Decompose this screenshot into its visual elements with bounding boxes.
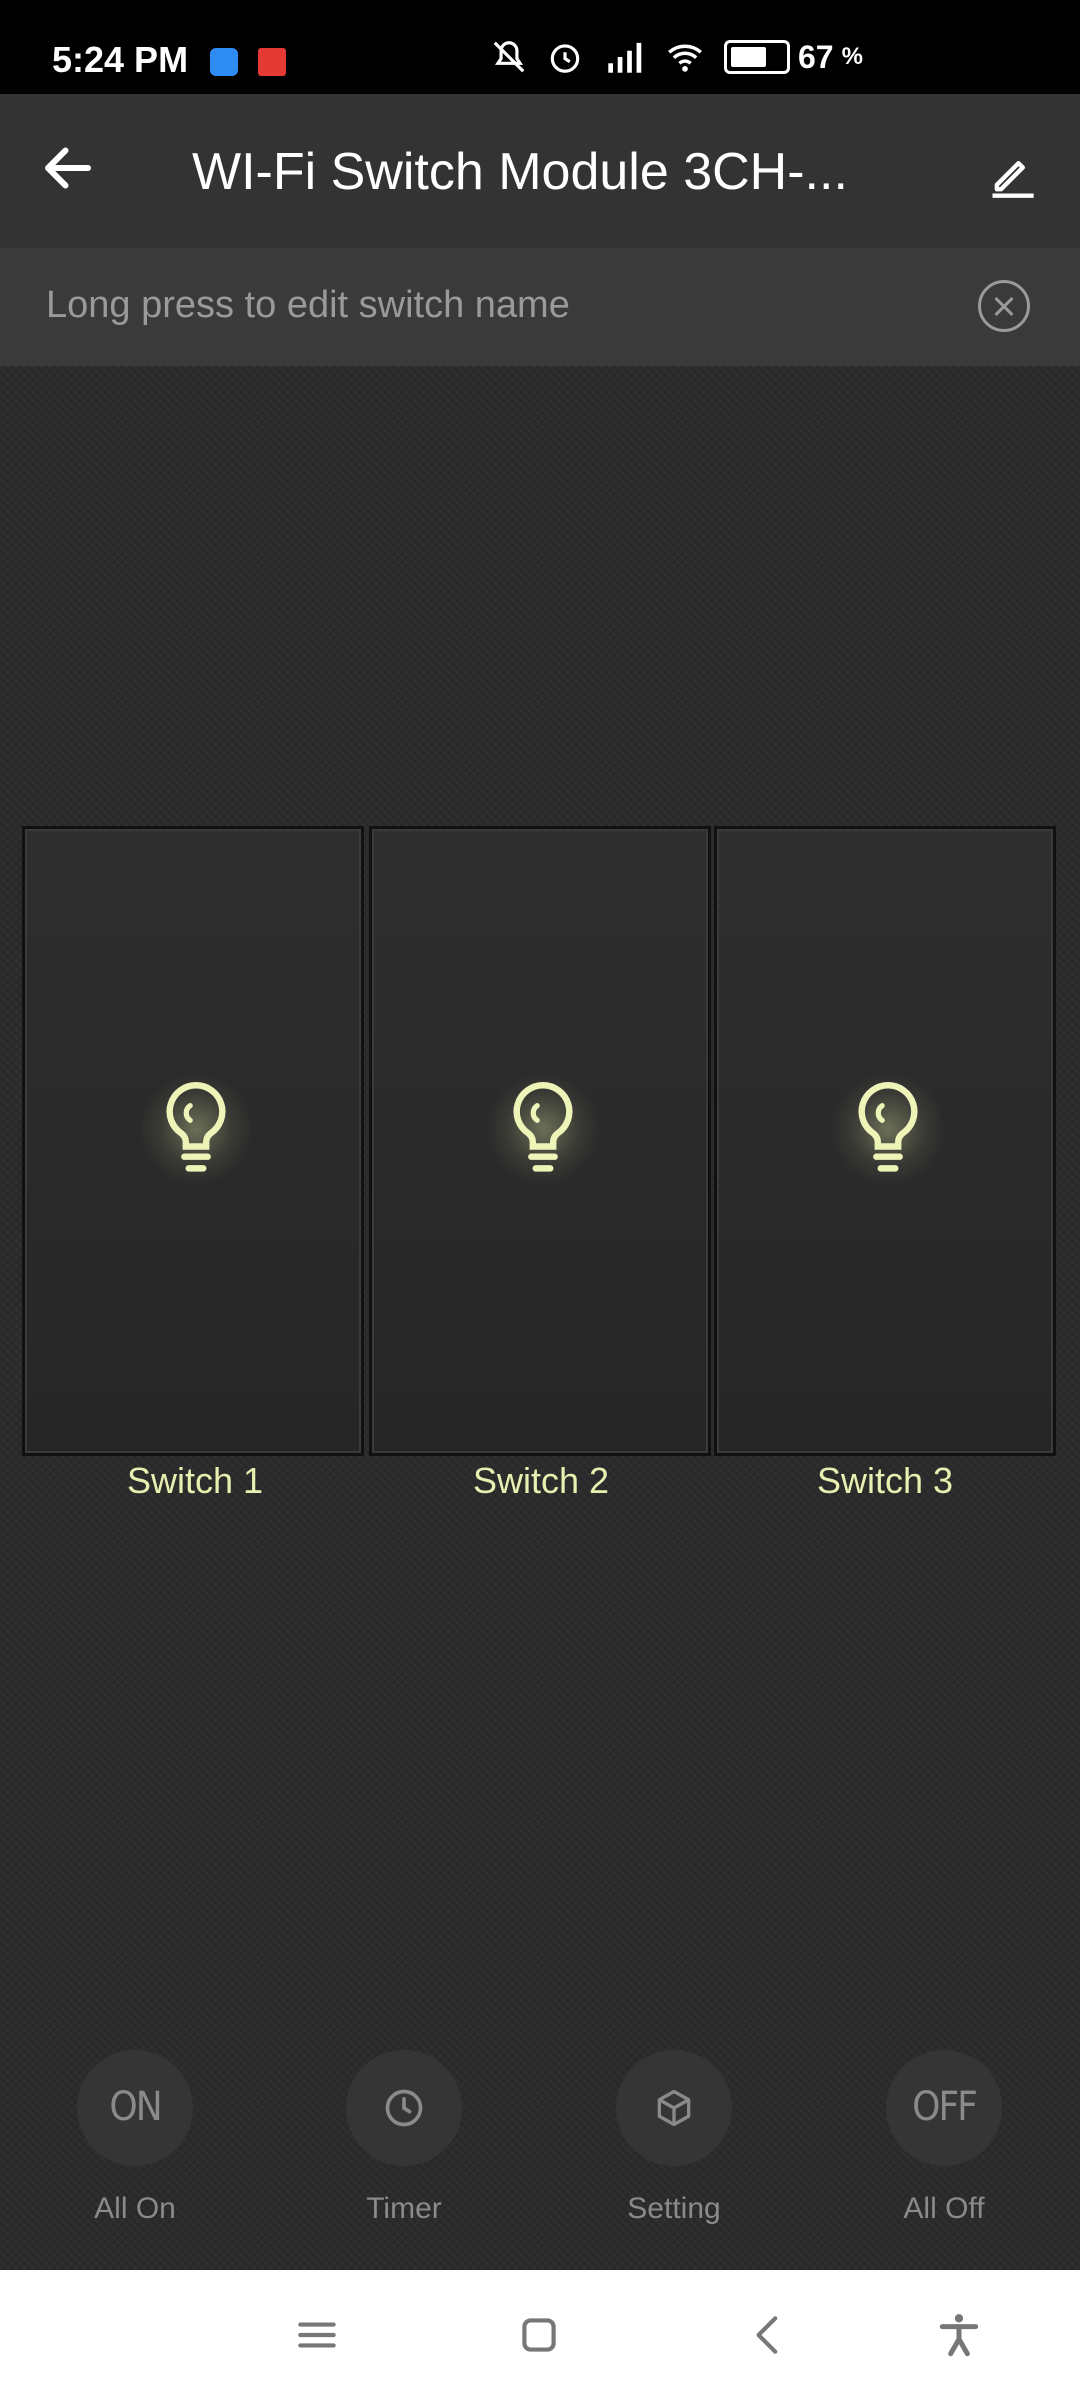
battery-icon: [724, 40, 790, 74]
setting-action[interactable]: Setting: [574, 2050, 774, 2226]
wifi-icon: [668, 44, 702, 72]
mute-icon: [493, 41, 525, 73]
cube-icon: [657, 2089, 691, 2127]
close-circle-icon[interactable]: [978, 280, 1030, 332]
all-on-button[interactable]: ON: [77, 2050, 193, 2166]
navigation-bar: [0, 2270, 1080, 2400]
news-app-icon: [258, 48, 286, 76]
battery-indicator: 67%: [724, 39, 863, 76]
accessibility-icon[interactable]: [934, 2310, 984, 2360]
status-icons: 67%: [490, 38, 863, 76]
all-off-label: All Off: [903, 2192, 985, 2225]
battery-percent-suffix: %: [841, 43, 863, 70]
off-icon: OFF: [912, 2084, 978, 2130]
pencil-icon[interactable]: [986, 148, 1038, 200]
clock-icon: [385, 2089, 423, 2127]
status-bar: 5:24 PM 67%: [0, 0, 1080, 94]
switch-2-panel[interactable]: [369, 826, 711, 1456]
back-icon[interactable]: [744, 2310, 794, 2360]
switch-3-panel[interactable]: [714, 826, 1056, 1456]
timer-button[interactable]: [346, 2050, 462, 2166]
switch-3-label: Switch 3: [816, 1460, 954, 1501]
cloud-app-icon: [210, 48, 238, 76]
menu-icon[interactable]: [292, 2310, 342, 2360]
switch-1-panel[interactable]: [22, 826, 364, 1456]
hint-text: Long press to edit switch name: [46, 284, 570, 326]
switch-1-label: Switch 1: [126, 1460, 264, 1501]
home-icon[interactable]: [514, 2310, 564, 2360]
all-off-action[interactable]: OFF All Off: [844, 2050, 1044, 2226]
all-on-action[interactable]: ON All On: [35, 2050, 235, 2226]
all-on-label: All On: [94, 2192, 176, 2225]
battery-percent: 67: [798, 38, 834, 75]
hd-signal-icon: [608, 42, 642, 73]
all-off-button[interactable]: OFF: [886, 2050, 1002, 2166]
bulb-icon: [513, 1082, 573, 1172]
bulb-icon: [858, 1082, 918, 1172]
bulb-icon: [166, 1082, 226, 1172]
status-time: 5:24 PM: [52, 39, 189, 80]
back-arrow-icon[interactable]: [38, 138, 98, 198]
hint-banner: Long press to edit switch name: [0, 248, 1080, 366]
app-bar: WI-Fi Switch Module 3CH-...: [0, 94, 1080, 248]
on-icon: ON: [109, 2084, 162, 2130]
timer-label: Timer: [366, 2192, 442, 2225]
timer-action[interactable]: Timer: [304, 2050, 504, 2226]
page-title: WI-Fi Switch Module 3CH-...: [192, 143, 848, 201]
setting-button[interactable]: [616, 2050, 732, 2166]
alarm-icon: [550, 44, 580, 73]
switch-2-label: Switch 2: [472, 1460, 610, 1501]
setting-label: Setting: [627, 2192, 721, 2225]
